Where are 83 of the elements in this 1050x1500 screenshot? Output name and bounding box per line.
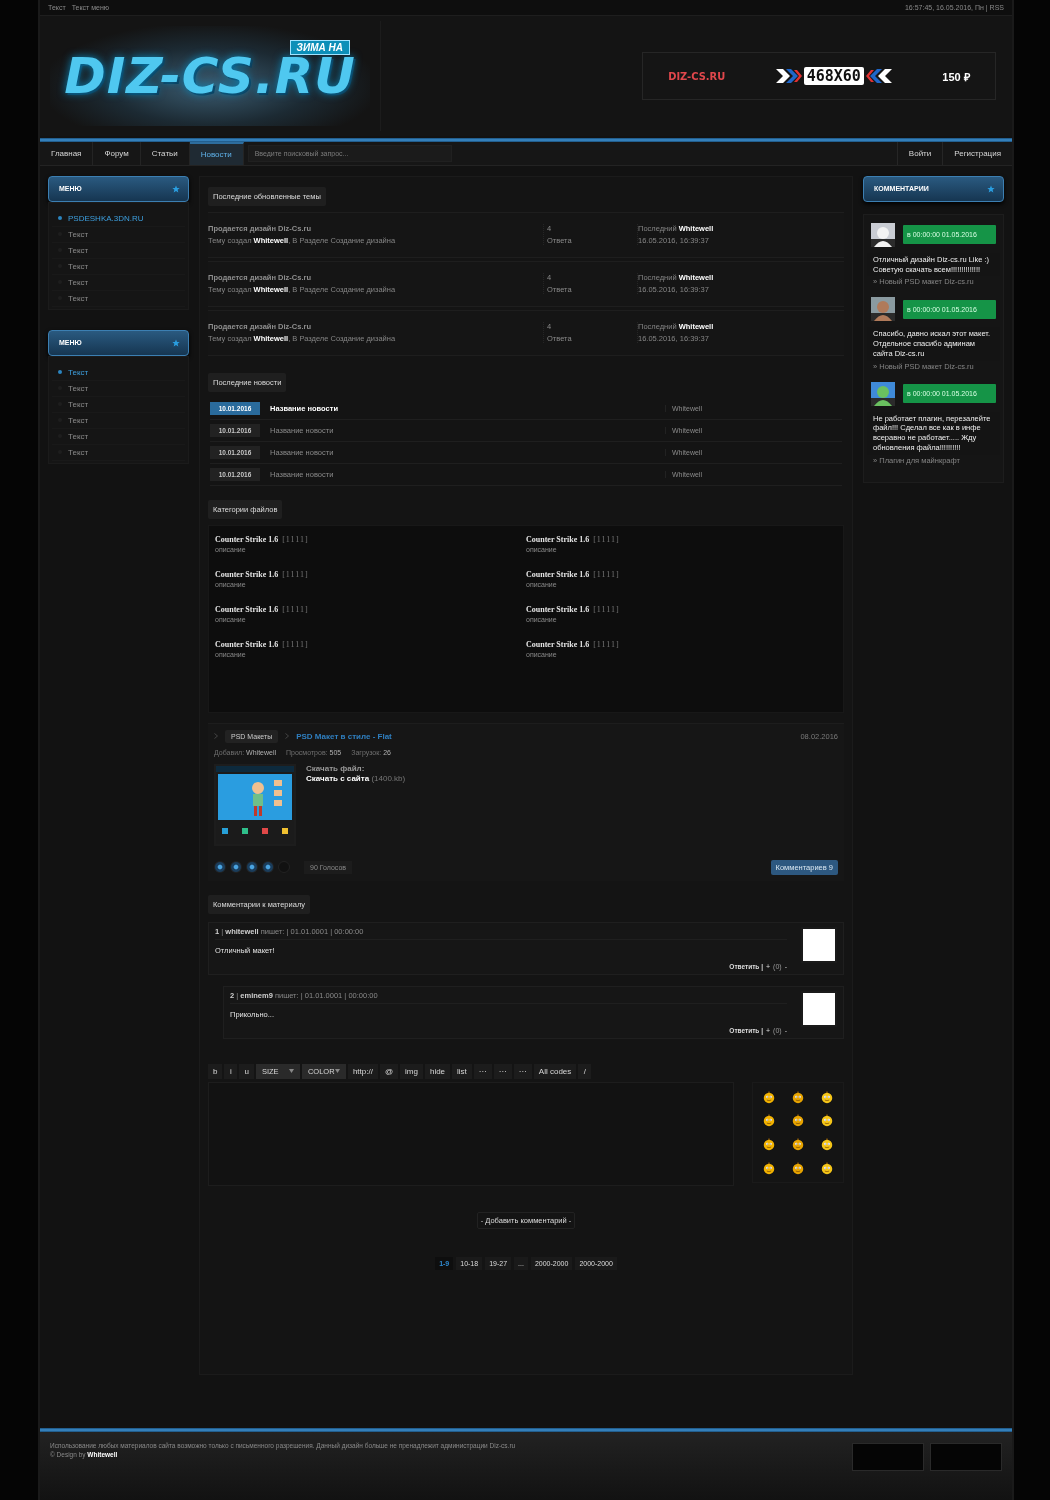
rating-dot[interactable] <box>214 861 226 874</box>
menu-item[interactable]: Текст <box>52 242 185 259</box>
rating[interactable] <box>214 861 290 874</box>
format-button[interactable]: http:// <box>347 1063 378 1079</box>
caret-icon <box>288 1069 294 1074</box>
format-button[interactable]: list <box>452 1063 472 1079</box>
category-count: [1111] <box>593 569 620 579</box>
material-title[interactable]: PSD Макет в стиле - Flat <box>296 731 392 741</box>
download-link[interactable]: Скачать с сайта (1400.kb) <box>306 773 406 783</box>
caret-icon <box>334 1069 340 1074</box>
counter-box <box>930 1443 1002 1472</box>
avatar <box>801 926 837 963</box>
avatar <box>801 990 837 1027</box>
category-link[interactable]: Counter Strike 1.6 <box>215 639 279 649</box>
nav-link[interactable]: Войти <box>896 141 943 165</box>
nav-tab[interactable]: Форум <box>93 141 141 165</box>
smiley-icon[interactable] <box>791 1137 805 1152</box>
chevron-icon <box>285 733 290 740</box>
category-link[interactable]: Counter Strike 1.6 <box>215 534 279 544</box>
rating-dot[interactable] <box>246 861 258 874</box>
menu-item[interactable]: Текст <box>52 274 185 291</box>
category-link[interactable]: Counter Strike 1.6 <box>526 534 590 544</box>
chevron-icon <box>865 68 892 85</box>
smiley-icon[interactable] <box>762 1160 777 1175</box>
format-button[interactable]: ··· <box>493 1063 512 1079</box>
format-button[interactable]: hide <box>424 1063 451 1079</box>
category-link[interactable]: Counter Strike 1.6 <box>215 569 279 579</box>
category-count: [1111] <box>282 534 309 544</box>
menu-item[interactable]: Текст <box>52 444 185 461</box>
category-link[interactable]: Counter Strike 1.6 <box>526 639 590 649</box>
category-count: [1111] <box>593 604 620 614</box>
format-button[interactable]: ··· <box>513 1063 532 1079</box>
smiley-icon[interactable] <box>819 1160 834 1175</box>
format-button[interactable]: u <box>239 1063 254 1079</box>
nav-link[interactable]: Регистрация <box>942 141 1012 165</box>
format-button[interactable]: ··· <box>473 1063 492 1079</box>
menu-item[interactable]: Текст <box>52 290 185 307</box>
smiley-icon[interactable] <box>762 1137 777 1152</box>
category-link[interactable]: Counter Strike 1.6 <box>526 569 590 579</box>
smiley-icon[interactable] <box>791 1113 805 1128</box>
format-button[interactable]: All codes <box>533 1063 577 1079</box>
star-icon <box>987 184 995 193</box>
menu-item[interactable]: Текст <box>52 396 185 413</box>
nav-tab[interactable]: Статьи <box>140 141 190 165</box>
smiley-icon[interactable] <box>762 1113 777 1128</box>
menu-item[interactable]: Текст <box>52 226 185 243</box>
menu-item[interactable]: Текст <box>52 380 185 397</box>
menu-item[interactable]: Текст <box>52 428 185 445</box>
category-count: [1111] <box>593 639 620 649</box>
smiley-icon[interactable] <box>762 1089 777 1104</box>
rating-dot[interactable] <box>230 861 242 874</box>
banner-brand: DIZ-CS.RU <box>668 69 726 83</box>
format-button[interactable]: i <box>224 1063 238 1079</box>
format-button[interactable]: / <box>578 1063 592 1079</box>
banner-price: 150 ₽ <box>942 69 970 84</box>
counter-box <box>852 1443 924 1472</box>
rating-dot[interactable] <box>262 861 274 874</box>
smiley-icon[interactable] <box>819 1113 834 1128</box>
category-count: [1111] <box>282 639 309 649</box>
category-link[interactable]: Counter Strike 1.6 <box>526 604 590 614</box>
smiley-icon[interactable] <box>819 1137 834 1152</box>
format-button[interactable]: @ <box>379 1063 399 1079</box>
logo-tag: ЗИМА НА <box>289 40 350 56</box>
star-icon <box>172 338 180 347</box>
ad-banner[interactable]: DIZ-CS.RU 468X60 150 ₽ <box>642 52 996 101</box>
format-button[interactable]: b <box>208 1063 223 1079</box>
menu-item[interactable]: Текст <box>52 412 185 429</box>
chevron-icon <box>775 68 802 85</box>
smiley-icon[interactable] <box>791 1160 805 1175</box>
banner-size: 468X60 <box>803 67 864 86</box>
category-count: [1111] <box>282 569 309 579</box>
category-count: [1111] <box>593 534 620 544</box>
category-count: [1111] <box>282 604 309 614</box>
star-icon <box>172 184 180 193</box>
category-link[interactable]: Counter Strike 1.6 <box>215 604 279 614</box>
menu-item[interactable]: Текст <box>52 364 185 381</box>
smiley-icon[interactable] <box>791 1089 805 1104</box>
smiley-icon[interactable] <box>819 1089 834 1104</box>
menu-item[interactable]: PSDESHKA.3DN.RU <box>52 210 185 227</box>
download-label: Скачать файл: <box>306 763 366 773</box>
format-button[interactable]: img <box>400 1063 423 1079</box>
menu-item[interactable]: Текст <box>52 258 185 275</box>
nav-tab[interactable]: Главная <box>40 141 94 165</box>
